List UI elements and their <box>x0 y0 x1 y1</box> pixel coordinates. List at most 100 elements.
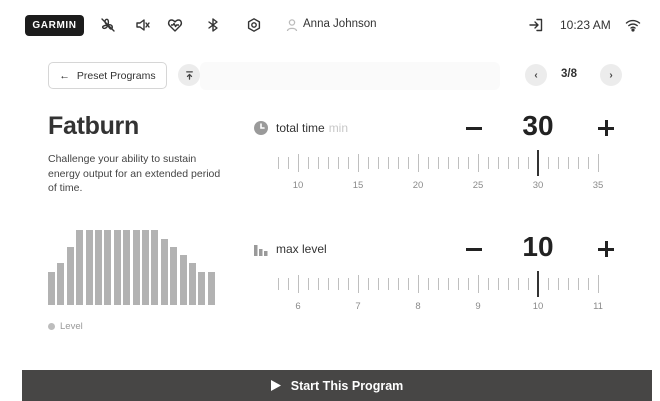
ruler-tick <box>278 278 279 290</box>
profile-bar <box>151 230 159 305</box>
ruler-tick <box>558 278 559 290</box>
profile-bar <box>123 230 131 305</box>
start-program-label: Start This Program <box>290 378 404 393</box>
ruler-major-tick <box>298 154 299 172</box>
ruler-major-tick <box>478 154 479 172</box>
ruler-tick <box>578 157 579 169</box>
profile-bar <box>170 247 178 305</box>
ruler-tick <box>468 278 469 290</box>
nav-strip <box>200 62 500 90</box>
chevron-left-icon: ‹ <box>534 69 538 81</box>
settings-icon[interactable] <box>244 15 264 35</box>
ruler-tick <box>368 278 369 290</box>
arrow-left-icon: ← <box>59 69 70 82</box>
speaker-muted-icon[interactable] <box>133 15 153 35</box>
legend-label: Level <box>60 321 83 332</box>
preset-programs-label: Preset Programs <box>76 69 156 82</box>
total-time-value: 30 <box>522 110 554 141</box>
ruler-tick <box>548 278 549 290</box>
profile-bar <box>76 230 84 305</box>
decrease-time-button[interactable] <box>466 127 482 130</box>
profile-bar <box>132 230 140 305</box>
ruler-major-tick <box>358 154 359 172</box>
ruler-major-tick <box>418 154 419 172</box>
next-program-button[interactable]: › <box>600 64 622 86</box>
previous-program-button[interactable]: ‹ <box>525 64 547 86</box>
ruler-tick <box>428 157 429 169</box>
bar-chart-icon <box>254 245 268 256</box>
profile-bar <box>113 230 121 305</box>
ruler-tick-label: 15 <box>352 180 364 191</box>
bluetooth-icon[interactable] <box>203 15 223 35</box>
ruler-tick <box>448 278 449 290</box>
ruler-tick <box>548 157 549 169</box>
ruler-tick <box>288 157 289 169</box>
ruler-tick-label: 10 <box>292 180 304 191</box>
ruler-tick <box>388 157 389 169</box>
increase-time-button[interactable] <box>598 120 614 136</box>
level-ruler[interactable]: 6 7 8 9 10 11 <box>258 271 618 316</box>
increase-level-button[interactable] <box>598 241 614 257</box>
decrease-level-button[interactable] <box>466 248 482 251</box>
ruler-tick-label: 7 <box>355 301 361 312</box>
ruler-tick-label: 10 <box>532 301 544 312</box>
no-fan-icon[interactable] <box>98 15 118 35</box>
user-name[interactable]: Anna Johnson <box>303 18 377 30</box>
heart-rate-icon[interactable] <box>165 15 185 35</box>
ruler-tick <box>448 157 449 169</box>
ruler-tick <box>278 157 279 169</box>
ruler-tick <box>518 278 519 290</box>
ruler-tick-label: 9 <box>475 301 481 312</box>
ruler-major-tick <box>358 275 359 293</box>
ruler-tick <box>398 157 399 169</box>
ruler-tick <box>368 157 369 169</box>
exit-icon[interactable] <box>526 15 546 35</box>
ruler-tick <box>398 278 399 290</box>
ruler-tick <box>458 157 459 169</box>
time-ruler[interactable]: 10 15 20 25 30 35 <box>258 150 618 195</box>
profile-bar <box>142 230 149 305</box>
ruler-tick <box>508 278 509 290</box>
pin-icon <box>185 70 193 80</box>
ruler-tick <box>408 157 409 169</box>
start-program-button[interactable]: Start This Program <box>22 370 652 401</box>
play-icon <box>270 380 281 391</box>
level-profile-chart <box>48 222 218 305</box>
ruler-tick <box>588 157 589 169</box>
ruler-tick <box>458 278 459 290</box>
ruler-tick <box>348 278 349 290</box>
max-level-text: max level <box>276 242 327 256</box>
ruler-tick <box>528 157 529 169</box>
ruler-tick <box>468 157 469 169</box>
ruler-tick <box>518 157 519 169</box>
ruler-tick <box>328 157 329 169</box>
ruler-tick <box>488 157 489 169</box>
ruler-tick <box>488 278 489 290</box>
ruler-tick <box>338 278 339 290</box>
ruler-tick <box>438 278 439 290</box>
profile-bar <box>85 230 93 305</box>
profile-bar <box>95 230 102 305</box>
ruler-major-tick <box>478 275 479 293</box>
ruler-tick <box>568 157 569 169</box>
max-level-value: 10 <box>522 231 554 262</box>
profile-bar <box>160 239 168 305</box>
profile-bar <box>104 230 112 305</box>
garmin-logo: GARMIN <box>25 15 84 36</box>
total-time-text: total time <box>276 121 325 135</box>
ruler-tick <box>348 157 349 169</box>
ruler-tick <box>588 278 589 290</box>
ruler-selected-indicator <box>537 271 539 297</box>
wifi-icon[interactable] <box>623 15 643 35</box>
ruler-tick <box>578 278 579 290</box>
pin-button[interactable] <box>178 64 200 86</box>
ruler-major-tick <box>298 275 299 293</box>
ruler-tick <box>508 157 509 169</box>
ruler-tick <box>308 278 309 290</box>
program-title: Fatburn <box>48 112 139 140</box>
preset-programs-button[interactable]: ← Preset Programs <box>48 62 167 89</box>
ruler-tick <box>338 157 339 169</box>
status-bar: GARMIN Anna Johnson 10:23 AM <box>0 0 660 50</box>
ruler-major-tick <box>598 154 599 172</box>
ruler-tick <box>318 278 319 290</box>
